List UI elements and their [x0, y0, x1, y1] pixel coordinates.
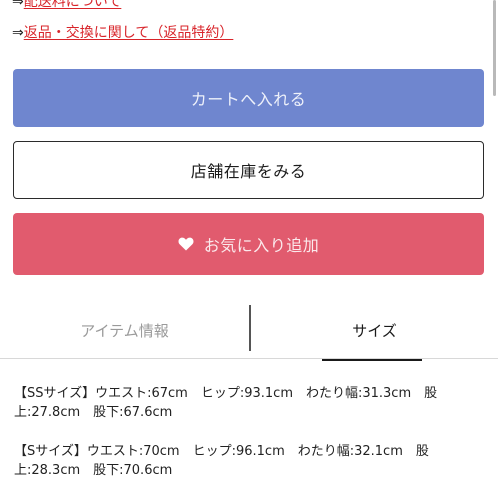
arrow-icon: ⇒ — [12, 25, 24, 41]
store-stock-button[interactable]: 店舗在庫をみる — [13, 141, 484, 199]
tab-item-info-label: アイテム情報 — [80, 321, 169, 340]
size-spec-ss: 【SSサイズ】ウエスト:67cm ヒップ:93.1cm わたり幅:31.3cm … — [14, 384, 484, 422]
store-stock-label: 店舗在庫をみる — [190, 162, 307, 181]
returns-link-row: ⇒返品・交換に関して（返品特約） — [12, 24, 233, 42]
size-spec-line: 上:28.3cm 股下:70.6cm — [14, 463, 173, 478]
tab-size-label: サイズ — [352, 321, 397, 340]
size-spec-line: 【SSサイズ】ウエスト:67cm ヒップ:93.1cm わたり幅:31.3cm … — [14, 386, 438, 401]
scrollbar[interactable] — [493, 0, 496, 96]
add-favorite-button[interactable]: お気に入り追加 — [13, 213, 484, 275]
product-detail-page: ⇒配送料について ⇒返品・交換に関して（返品特約） カートへ入れる 店舗在庫をみ… — [0, 0, 498, 498]
size-spec-line: 上:27.8cm 股下:67.6cm — [14, 405, 173, 420]
shipping-fee-link-row: ⇒配送料について — [12, 0, 121, 11]
size-spec-s: 【Sサイズ】ウエスト:70cm ヒップ:96.1cm わたり幅:32.1cm 股… — [14, 442, 484, 480]
add-to-cart-label: カートへ入れる — [190, 90, 307, 109]
heart-icon — [178, 237, 194, 251]
product-tabs: アイテム情報 サイズ — [0, 302, 498, 361]
shipping-fee-link[interactable]: 配送料について — [24, 0, 122, 10]
add-favorite-label: お気に入り追加 — [203, 236, 320, 255]
tab-size[interactable]: サイズ — [251, 302, 498, 358]
returns-exchange-link[interactable]: 返品・交換に関して（返品特約） — [24, 25, 234, 41]
tabs-bottom-border — [0, 358, 498, 359]
tab-item-info[interactable]: アイテム情報 — [0, 302, 249, 358]
size-spec-line: 【Sサイズ】ウエスト:70cm ヒップ:96.1cm わたり幅:32.1cm 股 — [14, 444, 429, 459]
arrow-icon: ⇒ — [12, 0, 24, 10]
add-to-cart-button[interactable]: カートへ入れる — [13, 69, 484, 127]
